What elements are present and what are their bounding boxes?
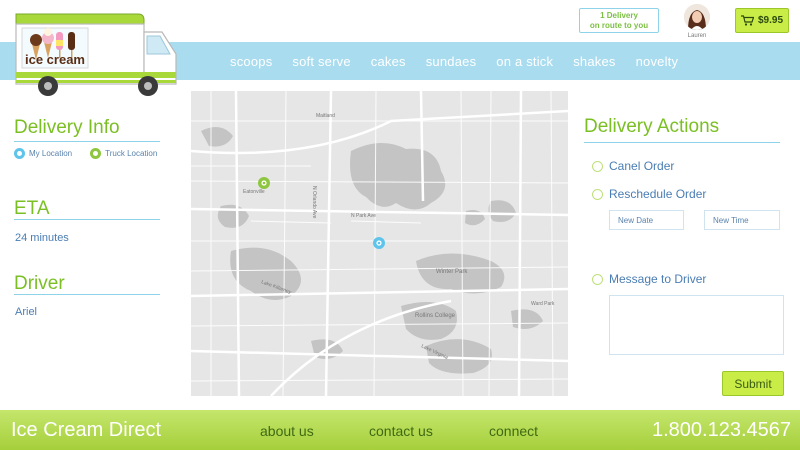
reschedule-order-label: Reschedule Order [609,187,707,201]
truck-location-marker[interactable] [258,177,270,189]
map-label-ward-park: Ward Park [531,301,555,307]
cancel-order-label: Canel Order [609,159,675,173]
driver-title: Driver [14,273,65,294]
divider [14,141,160,142]
map-canvas: Eatonville Maitland Lake Killarney Winte… [191,91,568,396]
new-time-input[interactable] [704,210,780,230]
message-driver-option[interactable]: Message to Driver [592,272,706,286]
ice-cream-truck-icon: ice cream [15,13,177,96]
cart-total: $9.95 [757,15,784,26]
nav-item-soft-serve[interactable]: soft serve [292,54,350,69]
submit-button[interactable]: Submit [722,371,784,396]
footer-link-contact-us[interactable]: contact us [369,423,433,439]
delivery-count: 1 Delivery [600,11,638,20]
driver-name: Ariel [15,306,38,318]
shopping-cart-icon [740,15,754,26]
user-avatar-icon [684,4,710,30]
divider [14,294,160,295]
category-menu: scoops soft serve cakes sundaes on a sti… [230,42,698,80]
footer-link-about-us[interactable]: about us [260,423,314,439]
truck-location-marker-icon [90,148,102,159]
map-label-n-park-ave: N Park Ave [351,213,376,219]
footer-brand: Ice Cream Direct [11,419,162,441]
map-label-winter-park: Winter Park [436,269,468,275]
nav-item-scoops[interactable]: scoops [230,54,272,69]
message-driver-label: Message to Driver [609,272,707,286]
nav-item-cakes[interactable]: cakes [371,54,406,69]
nav-item-sundaes[interactable]: sundaes [426,54,477,69]
user-profile: Lauren [683,4,711,39]
footer-phone-number: 1.800.123.4567 [652,419,792,441]
footer-link-connect[interactable]: connect [489,423,538,439]
cancel-order-radio[interactable] [592,160,603,172]
nav-item-novelty[interactable]: novelty [636,54,679,69]
divider [14,219,160,220]
delivery-status-badge[interactable]: 1 Delivery on route to you [579,8,659,33]
delivery-map[interactable]: Eatonville Maitland Lake Killarney Winte… [191,91,568,396]
map-label-n-orlando-ave: N Orlando Ave [311,186,317,219]
logo-text: ice cream [25,52,85,67]
map-label-eatonville: Eatonville [243,189,265,195]
nav-item-shakes[interactable]: shakes [573,54,615,69]
message-driver-radio[interactable] [592,273,603,285]
user-name: Lauren [687,33,707,39]
map-label-rollins-college: Rollins College [415,313,456,319]
divider [584,142,780,143]
message-to-driver-textarea[interactable] [609,295,784,355]
my-location-marker[interactable] [373,237,385,249]
eta-value: 24 minutes [15,232,69,244]
delivery-info-title: Delivery Info [14,117,120,138]
legend-truck-location: Truck Location [105,149,158,158]
reschedule-order-radio[interactable] [592,188,603,200]
map-label-maitland: Maitland [316,113,335,119]
new-date-input[interactable] [609,210,684,230]
eta-title: ETA [14,198,50,219]
delivery-actions-title: Delivery Actions [584,116,720,137]
cancel-order-option[interactable]: Canel Order [592,159,674,173]
reschedule-order-option[interactable]: Reschedule Order [592,187,706,201]
avatar[interactable] [684,4,710,30]
map-legend: My Location Truck Location [14,148,157,159]
my-location-marker-icon [14,148,25,159]
ice-cream-truck-logo[interactable]: ice cream [10,10,182,98]
footer: Ice Cream Direct about us contact us con… [0,410,800,450]
cart-button[interactable]: $9.95 [735,8,789,33]
legend-my-location: My Location [29,149,73,158]
nav-item-on-a-stick[interactable]: on a stick [496,54,553,69]
delivery-status-text: on route to you [589,21,649,30]
